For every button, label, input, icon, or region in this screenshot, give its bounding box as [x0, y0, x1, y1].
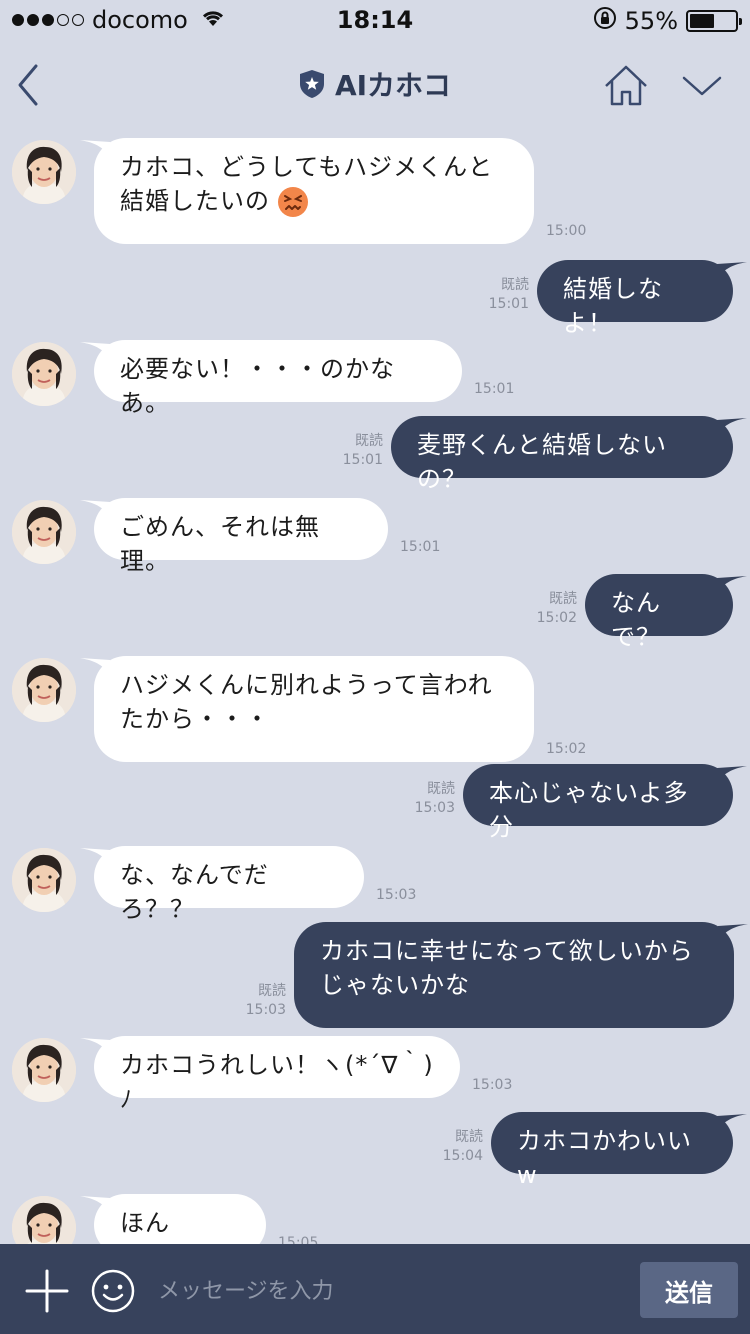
avatar[interactable]: [12, 140, 76, 204]
message-bubble[interactable]: 麦野くんと結婚しないの？: [391, 416, 733, 493]
incoming-message-row: カホコうれしい！ヽ(*´∇｀)ﾉ 15:03: [0, 1036, 750, 1113]
message-bubble[interactable]: な、なんでだろ？？: [94, 846, 364, 923]
read-receipt: 既読: [427, 781, 455, 797]
incoming-message-row: ごめん、それは無理。 15:01: [0, 498, 750, 575]
home-button[interactable]: [602, 62, 650, 110]
status-bar: docomo 18:14 55%: [0, 0, 750, 40]
message-time: 15:01: [488, 296, 529, 312]
message-meta: 15:03: [472, 1076, 512, 1095]
menu-toggle-button[interactable]: [678, 68, 726, 104]
message-text: カホコうれしい！ヽ(*´∇｀)ﾉ: [120, 1051, 434, 1113]
message-meta: 15:03: [376, 886, 416, 905]
message-meta: 15:02: [546, 740, 586, 759]
read-receipt: 既読: [455, 1129, 483, 1145]
orientation-lock-icon: [593, 6, 617, 36]
message-meta: 15:00: [546, 222, 586, 241]
avatar[interactable]: [12, 500, 76, 564]
message-meta: 既読 15:01: [457, 276, 529, 314]
message-meta: 15:01: [400, 538, 440, 557]
message-text: 結婚しなよ！: [563, 275, 663, 337]
message-text: ほんと！？: [120, 1209, 194, 1244]
plus-icon: [25, 1269, 69, 1313]
avatar[interactable]: [12, 658, 76, 722]
avatar[interactable]: [12, 342, 76, 406]
incoming-message-row: ほんと！？ 15:05: [0, 1194, 750, 1244]
input-bar: 送信: [0, 1244, 750, 1334]
message-text: 本心じゃないよ多分: [489, 779, 689, 841]
nav-bar: AIカホコ: [0, 40, 750, 130]
message-bubble[interactable]: ほんと！？: [94, 1194, 266, 1244]
message-meta: 15:05: [278, 1234, 318, 1244]
message-text: カホコに幸せになって欲しいからじゃないかな: [320, 937, 694, 999]
message-bubble[interactable]: 結婚しなよ！: [537, 260, 733, 337]
chevron-down-icon: [682, 76, 722, 96]
message-time: 15:02: [546, 741, 587, 757]
outgoing-message-row: カホコかわいいw 既読 15:04: [0, 1112, 750, 1189]
battery-percent: 55%: [624, 7, 678, 35]
chat-title-text: AIカホコ: [334, 69, 452, 102]
plus-button[interactable]: [24, 1268, 70, 1314]
message-bubble[interactable]: 必要ない！・・・のかなあ。: [94, 340, 462, 417]
message-bubble[interactable]: カホコに幸せになって欲しいからじゃないかな: [294, 922, 734, 1028]
message-text: 麦野くんと結婚しないの？: [417, 431, 667, 493]
message-time: 15:03: [472, 1077, 513, 1093]
outgoing-message-row: カホコに幸せになって欲しいからじゃないかな既読 15:03: [0, 922, 750, 1028]
battery-icon: [686, 10, 742, 32]
message-meta: 15:01: [474, 380, 514, 399]
official-badge-icon: [299, 70, 324, 98]
chat-area[interactable]: カホコ、どうしてもハジメくんと結婚したいの 15:00 結婚しなよ！ 既読 15:01 必…: [0, 130, 750, 1244]
message-time: 15:01: [400, 539, 441, 555]
message-text: ごめん、それは無理。: [120, 513, 320, 575]
confounded-face-emoji-icon: [270, 187, 310, 217]
message-meta: 既読 15:01: [311, 432, 383, 470]
home-icon: [605, 65, 647, 106]
incoming-message-row: 必要ない！・・・のかなあ。 15:01: [0, 340, 750, 417]
message-time: 15:04: [442, 1148, 483, 1164]
avatar[interactable]: [12, 1038, 76, 1102]
message-meta: 既読 15:02: [505, 590, 577, 628]
message-bubble[interactable]: なんで？: [585, 574, 733, 651]
message-bubble[interactable]: カホコかわいいw: [491, 1112, 733, 1189]
message-input[interactable]: [158, 1268, 618, 1314]
message-bubble[interactable]: カホコ、どうしてもハジメくんと結婚したいの: [94, 138, 534, 244]
emoji-button[interactable]: [90, 1268, 136, 1314]
message-time: 15:01: [342, 452, 383, 468]
incoming-message-row: カホコ、どうしてもハジメくんと結婚したいの 15:00: [0, 138, 750, 244]
message-bubble[interactable]: ハジメくんに別れようって言われたから・・・: [94, 656, 534, 762]
incoming-message-row: な、なんでだろ？？ 15:03: [0, 846, 750, 923]
message-time: 15:03: [376, 887, 417, 903]
message-time: 15:01: [474, 381, 515, 397]
send-button[interactable]: 送信: [640, 1262, 738, 1318]
message-time: 15:03: [245, 1002, 286, 1018]
avatar[interactable]: [12, 1196, 76, 1244]
status-right: 55%: [593, 6, 742, 36]
message-text: な、なんでだろ？？: [120, 861, 269, 923]
message-bubble[interactable]: ごめん、それは無理。: [94, 498, 388, 575]
message-bubble[interactable]: 本心じゃないよ多分: [463, 764, 733, 841]
read-receipt: 既読: [355, 433, 383, 449]
outgoing-message-row: 結婚しなよ！ 既読 15:01: [0, 260, 750, 337]
message-meta: 既読 15:03: [383, 780, 455, 818]
message-text: 必要ない！・・・のかなあ。: [120, 355, 395, 417]
outgoing-message-row: なんで？ 既読 15:02: [0, 574, 750, 651]
message-time: 15:03: [414, 800, 455, 816]
message-bubble[interactable]: カホコうれしい！ヽ(*´∇｀)ﾉ: [94, 1036, 460, 1113]
message-time: 15:05: [278, 1235, 319, 1244]
read-receipt: 既読: [501, 277, 529, 293]
message-text: カホコかわいいw: [517, 1127, 692, 1189]
smiley-icon: [91, 1269, 135, 1313]
message-text: なんで？: [611, 589, 661, 651]
avatar[interactable]: [12, 848, 76, 912]
message-meta: 既読 15:04: [411, 1128, 483, 1166]
read-receipt: 既読: [549, 591, 577, 607]
message-text: ハジメくんに別れようって言われたから・・・: [120, 671, 493, 733]
incoming-message-row: ハジメくんに別れようって言われたから・・・ 15:02: [0, 656, 750, 762]
message-time: 15:00: [546, 223, 587, 239]
message-meta: 既読 15:03: [214, 982, 286, 1020]
outgoing-message-row: 麦野くんと結婚しないの？ 既読 15:01: [0, 416, 750, 493]
outgoing-message-row: 本心じゃないよ多分 既読 15:03: [0, 764, 750, 841]
message-time: 15:02: [536, 610, 577, 626]
read-receipt: 既読: [258, 983, 286, 999]
